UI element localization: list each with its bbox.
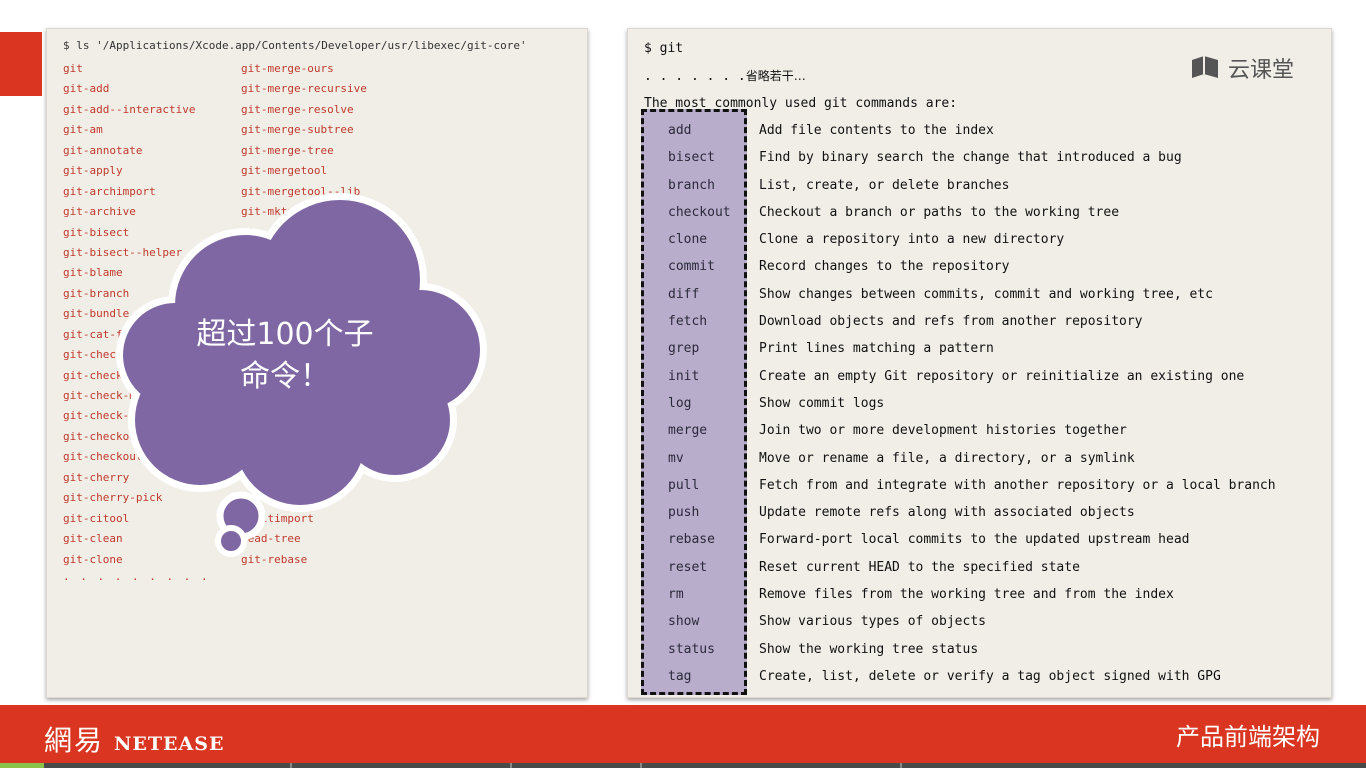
command-description: Update remote refs along with associated… xyxy=(759,505,1135,521)
command-description: Show various types of objects xyxy=(759,614,986,630)
footer-bar: 網易 NETEASE 产品前端架构 xyxy=(0,705,1366,763)
command-description: Reset current HEAD to the specified stat… xyxy=(759,559,1080,575)
command-name: bisect xyxy=(668,150,715,166)
command-name: pull xyxy=(668,477,700,493)
command-description: Download objects and refs from another r… xyxy=(759,314,1143,330)
command-row: add Add file contents to the index xyxy=(627,117,1330,144)
command-row: push Update remote refs along with associ… xyxy=(627,499,1330,526)
command-name: fetch xyxy=(668,314,708,330)
command-name: clone xyxy=(668,232,708,248)
command-description: Checkout a branch or paths to the workin… xyxy=(759,204,1120,220)
command-row: diff Show changes between commits, commit… xyxy=(627,281,1330,308)
thought-bubble-small xyxy=(215,525,247,557)
command-row: rebase Forward-port local commits to the … xyxy=(627,526,1330,553)
command-row: init Create an empty Git repository or re… xyxy=(627,363,1330,390)
command-name: merge xyxy=(668,423,708,439)
command-row: fetch Download objects and refs from anot… xyxy=(627,308,1330,335)
watermark-label: 云课堂 xyxy=(1228,58,1295,83)
command-name: add xyxy=(668,123,692,138)
command-row: rm Remove files from the working tree and… xyxy=(627,581,1330,608)
command-name: init xyxy=(668,368,700,384)
command-name: rebase xyxy=(668,532,715,548)
command-description: Add file contents to the index xyxy=(759,123,994,138)
command-row: log Show commit logs xyxy=(627,390,1330,417)
command-description: Create, list, delete or verify a tag obj… xyxy=(759,668,1221,684)
command-row: branch List, create, or delete branches xyxy=(627,172,1330,199)
command-row: mv Move or rename a file, a directory, or… xyxy=(627,445,1330,472)
omitted-dots: . . . . . . . xyxy=(644,69,746,84)
command-row: tag Create, list, delete or verify a tag … xyxy=(627,663,1330,690)
command-name: show xyxy=(668,614,700,630)
command-description: Record changes to the repository xyxy=(759,259,1010,275)
yunketang-watermark: 云课堂 xyxy=(1190,52,1294,84)
command-name: status xyxy=(668,641,715,657)
command-description: Join two or more development histories t… xyxy=(759,423,1127,439)
netease-logo: 網易 NETEASE xyxy=(44,719,224,759)
command-name: diff xyxy=(668,286,700,302)
cloud-line-2: 命令！ xyxy=(240,359,330,394)
command-description: Create an empty Git repository or reinit… xyxy=(759,368,1245,384)
command-row: grep Print lines matching a pattern xyxy=(627,335,1330,362)
cloud-message: 超过100个子 命令！ xyxy=(180,314,390,398)
command-description: Print lines matching a pattern xyxy=(759,341,994,357)
command-name: rm xyxy=(668,587,684,603)
command-name: grep xyxy=(668,341,700,357)
command-name: reset xyxy=(668,559,708,575)
command-description: Find by binary search the change that in… xyxy=(759,150,1182,166)
command-row: reset Reset current HEAD to the specified… xyxy=(627,554,1330,581)
bottom-progress-strip xyxy=(0,763,1366,768)
command-row: bisect Find by binary search the change t… xyxy=(627,144,1330,171)
command-name: commit xyxy=(668,259,715,275)
command-row: show Show various types of objects xyxy=(627,608,1330,635)
command-description: List, create, or delete branches xyxy=(759,177,1010,193)
omitted-label: 省略若干… xyxy=(745,69,806,83)
command-description: Remove files from the working tree and f… xyxy=(759,587,1174,603)
command-row: merge Join two or more development histor… xyxy=(627,417,1330,444)
command-row: checkout Checkout a branch or paths to th… xyxy=(627,199,1330,226)
book-icon xyxy=(1192,56,1218,78)
command-description: Show the working tree status xyxy=(759,641,979,657)
command-row: status Show the working tree status xyxy=(627,636,1330,663)
command-name: checkout xyxy=(668,204,731,220)
command-name: branch xyxy=(668,177,715,193)
command-name: mv xyxy=(668,450,684,466)
command-description: Fetch from and integrate with another re… xyxy=(759,477,1276,493)
command-list: add Add file contents to the index bisect F… xyxy=(627,117,1330,690)
brand-chinese: 網易 xyxy=(44,724,105,757)
command-description: Forward-port local commits to the update… xyxy=(759,532,1190,548)
command-description: Move or rename a file, a directory, or a… xyxy=(759,450,1135,466)
command-description: Show changes between commits, commit and… xyxy=(759,286,1213,302)
course-title: 产品前端架构 xyxy=(1176,723,1320,751)
command-row: clone Clone a repository into a new direc… xyxy=(627,226,1330,253)
command-row: commit Record changes to the repository xyxy=(627,253,1330,280)
command-name: log xyxy=(668,395,692,411)
omitted-line: . . . . . . .省略若干… xyxy=(644,67,806,84)
thought-cloud xyxy=(116,193,487,557)
command-description: Show commit logs xyxy=(759,395,885,411)
brand-english: NETEASE xyxy=(114,733,225,755)
git-prompt: $ git xyxy=(644,41,684,56)
command-name: tag xyxy=(668,668,692,684)
command-description: Clone a repository into a new directory xyxy=(759,232,1065,248)
command-row: pull Fetch from and integrate with anothe… xyxy=(627,472,1330,499)
cloud-line-1: 超过100个子 xyxy=(196,317,374,352)
command-name: push xyxy=(668,505,700,521)
